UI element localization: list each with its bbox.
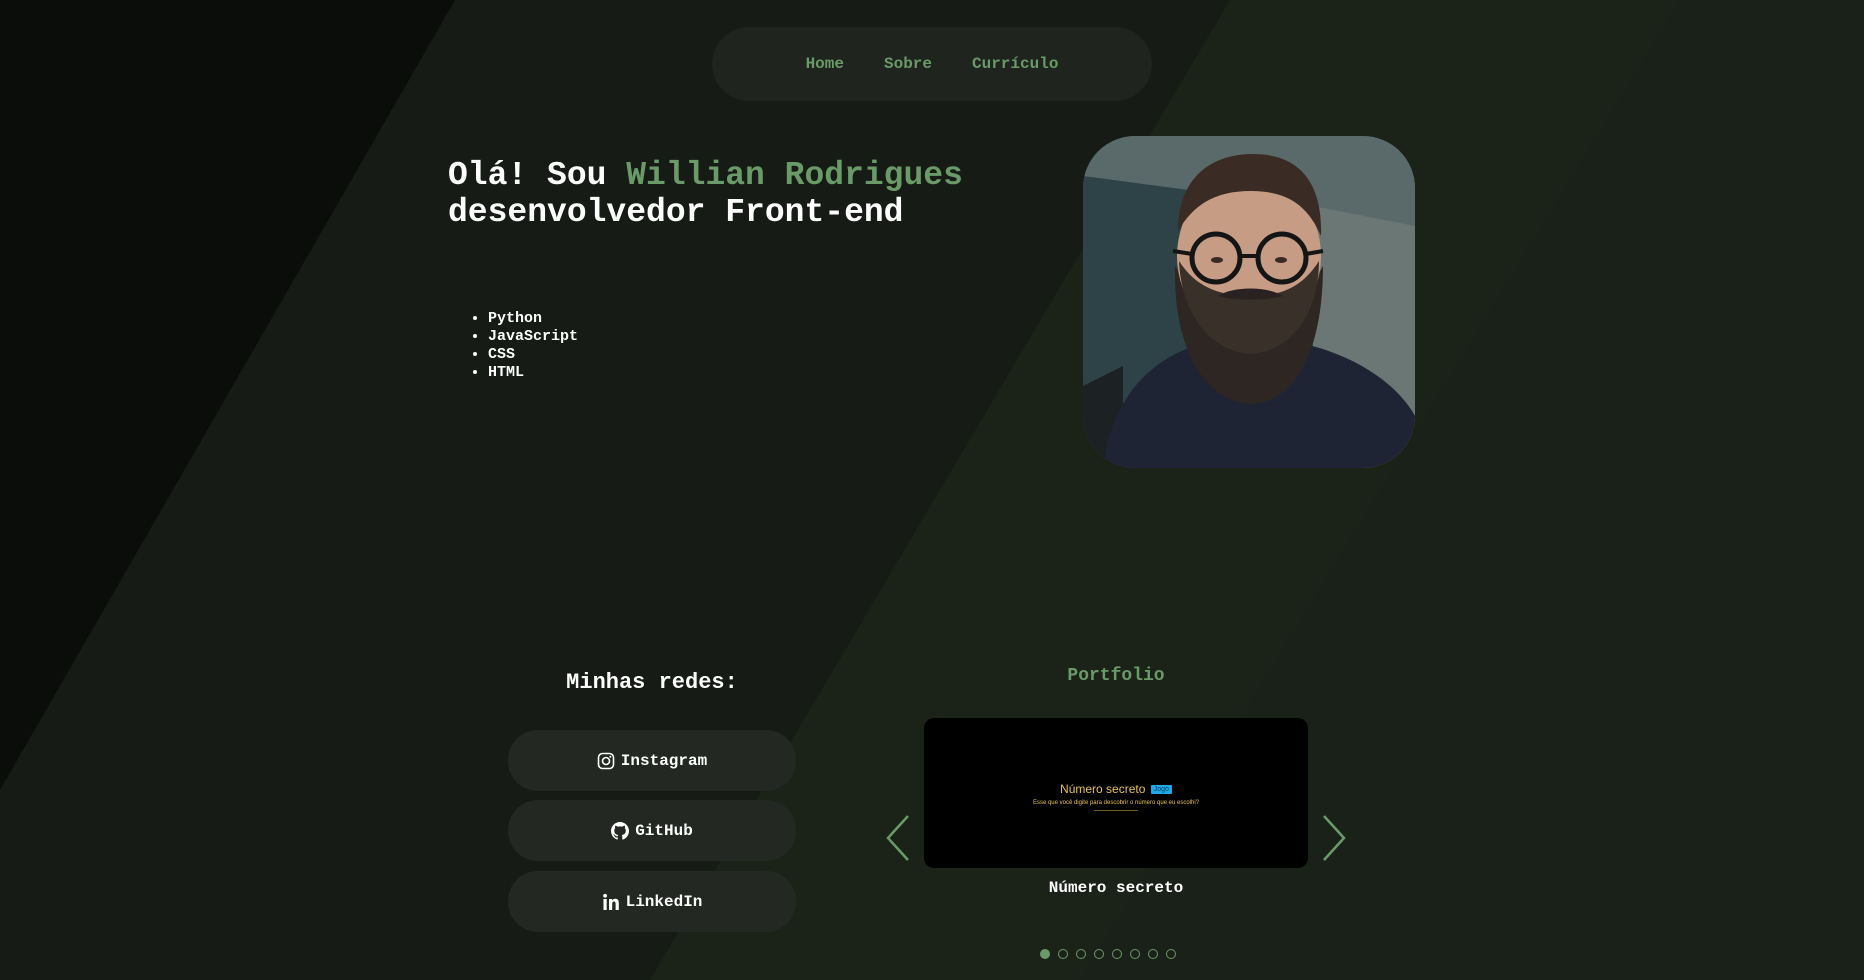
carousel-dot[interactable] xyxy=(1166,949,1176,959)
hero-title: Olá! Sou Willian Rodrigues desenvolvedor… xyxy=(448,157,963,231)
skills-list: Python JavaScript CSS HTML xyxy=(448,310,578,382)
linkedin-button[interactable]: LinkedIn xyxy=(508,871,796,932)
slide-preview-divider xyxy=(1094,810,1138,811)
hero-greeting: Olá! Sou xyxy=(448,157,627,194)
slide-preview-badge: Jogo xyxy=(1150,785,1172,795)
slide-caption: Número secreto xyxy=(1048,879,1184,897)
linkedin-label: LinkedIn xyxy=(625,892,703,911)
skill-item: HTML xyxy=(488,364,578,382)
carousel-dot[interactable] xyxy=(1130,949,1140,959)
portfolio-title: Portfolio xyxy=(1067,666,1165,686)
profile-photo xyxy=(1083,136,1415,468)
github-button[interactable]: GitHub xyxy=(508,800,796,861)
nav-sobre[interactable]: Sobre xyxy=(884,55,932,73)
linkedin-icon xyxy=(602,893,620,911)
hero-role: desenvolvedor Front-end xyxy=(448,194,904,231)
top-nav: Home Sobre Currículo xyxy=(712,27,1152,101)
carousel-dot[interactable] xyxy=(1094,949,1104,959)
skill-item: CSS xyxy=(488,346,578,364)
nav-home[interactable]: Home xyxy=(806,55,844,73)
carousel-dot[interactable] xyxy=(1058,949,1068,959)
slide-preview-title: Número secreto Jogo xyxy=(924,782,1308,796)
carousel-prev-button[interactable] xyxy=(884,814,914,862)
social-title: Minhas redes: xyxy=(566,670,738,695)
skill-item: Python xyxy=(488,310,578,328)
slide-preview-subtitle: Esse que você digite para descobrir o nú… xyxy=(1032,800,1200,806)
instagram-button[interactable]: Instagram xyxy=(508,730,796,791)
carousel-dot[interactable] xyxy=(1040,949,1050,959)
chevron-right-icon xyxy=(1323,815,1346,861)
carousel-next-button[interactable] xyxy=(1318,814,1348,862)
hero-name: Willian Rodrigues xyxy=(626,157,963,194)
slide-preview-title-text: Número secreto xyxy=(1060,782,1146,796)
skill-item: JavaScript xyxy=(488,328,578,346)
carousel-pagination xyxy=(1040,949,1176,959)
instagram-icon xyxy=(597,752,615,770)
github-icon xyxy=(611,821,630,840)
chevron-left-icon xyxy=(886,815,909,861)
carousel-dot[interactable] xyxy=(1112,949,1122,959)
carousel-dot[interactable] xyxy=(1148,949,1158,959)
portfolio-slide[interactable]: Número secreto Jogo Esse que você digite… xyxy=(924,718,1308,868)
instagram-label: Instagram xyxy=(620,751,708,770)
carousel-dot[interactable] xyxy=(1076,949,1086,959)
nav-curriculo[interactable]: Currículo xyxy=(972,55,1058,73)
github-label: GitHub xyxy=(635,821,693,840)
